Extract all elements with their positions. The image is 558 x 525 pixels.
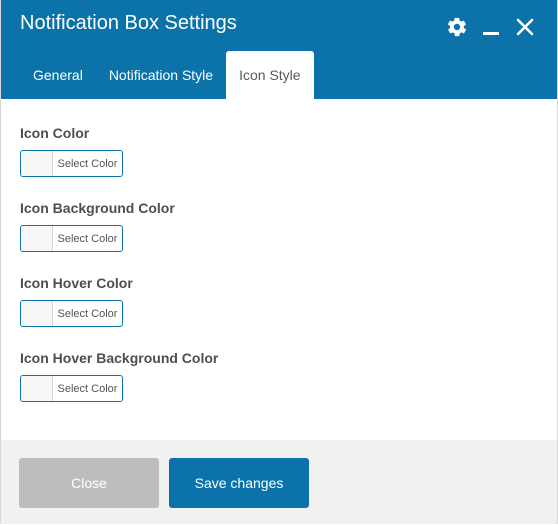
close-icon: [516, 18, 534, 36]
select-color-label: Select Color: [57, 382, 118, 395]
icon-hover-background-color-picker[interactable]: Select Color: [20, 375, 123, 402]
color-swatch: [21, 376, 53, 401]
settings-button[interactable]: [445, 15, 469, 39]
icon-color-picker[interactable]: Select Color: [20, 150, 123, 177]
dialog-header: Notification Box Settings General Notifi…: [1, 0, 557, 99]
field-label: Icon Background Color: [20, 200, 175, 216]
settings-dialog: Notification Box Settings General Notifi…: [0, 0, 558, 524]
icon-background-color-picker[interactable]: Select Color: [20, 225, 123, 252]
icon-hover-color-field: Icon Hover Color Select Color: [20, 275, 133, 327]
minimize-button[interactable]: [479, 15, 503, 39]
tab-icon-style[interactable]: Icon Style: [226, 51, 314, 99]
tab-notification-style[interactable]: Notification Style: [96, 51, 226, 99]
close-button[interactable]: Close: [19, 458, 159, 508]
color-swatch: [21, 151, 53, 176]
select-color-label: Select Color: [57, 232, 118, 245]
icon-hover-color-picker[interactable]: Select Color: [20, 300, 123, 327]
color-swatch: [21, 226, 53, 251]
dialog-footer: Close Save changes: [1, 440, 557, 524]
save-changes-button[interactable]: Save changes: [169, 458, 309, 508]
select-color-label: Select Color: [57, 307, 118, 320]
gear-icon: [447, 17, 467, 37]
field-label: Icon Hover Background Color: [20, 350, 219, 366]
field-label: Icon Hover Color: [20, 275, 133, 291]
window-controls: [445, 14, 537, 40]
icon-color-field: Icon Color Select Color: [20, 125, 123, 177]
close-window-button[interactable]: [513, 15, 537, 39]
dialog-title: Notification Box Settings: [20, 12, 237, 34]
icon-hover-background-color-field: Icon Hover Background Color Select Color: [20, 350, 218, 402]
dialog-body: Icon Color Select Color Icon Background …: [1, 99, 557, 440]
tab-bar: General Notification Style Icon Style: [19, 51, 314, 99]
color-swatch: [21, 301, 53, 326]
icon-background-color-field: Icon Background Color Select Color: [20, 200, 175, 252]
minimize-icon: [483, 32, 499, 35]
field-label: Icon Color: [20, 125, 90, 141]
select-color-label: Select Color: [57, 157, 118, 170]
tab-general[interactable]: General: [19, 51, 96, 99]
